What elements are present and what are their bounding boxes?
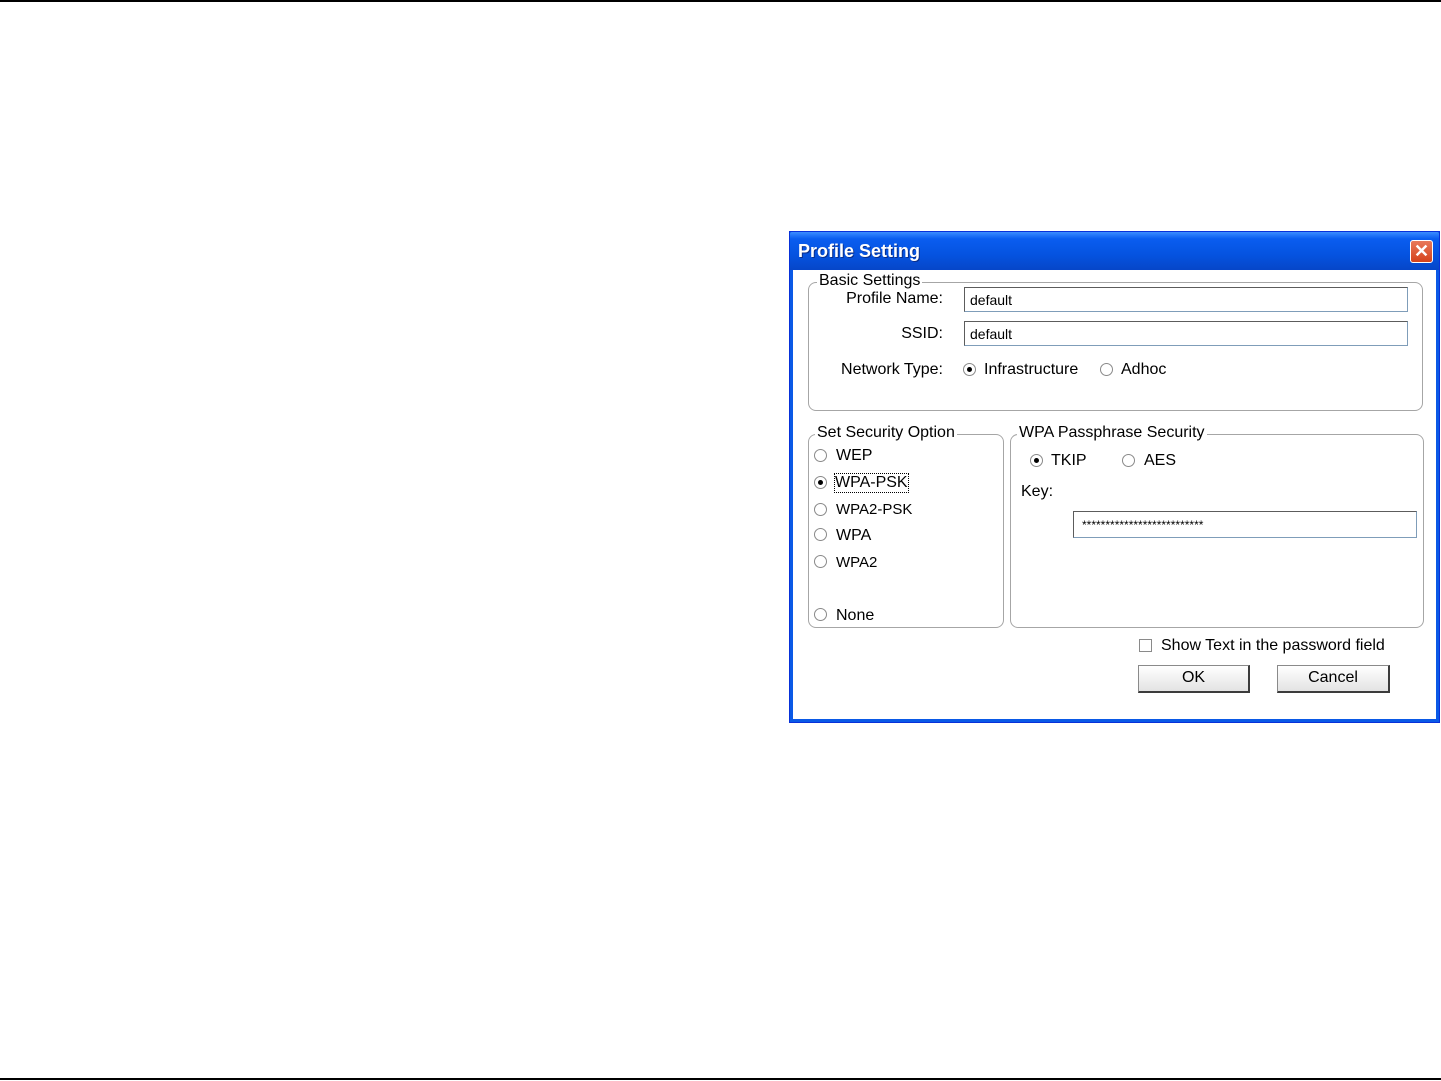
security-label-wep[interactable]: WEP — [836, 447, 872, 465]
tkip-label[interactable]: TKIP — [1051, 452, 1087, 470]
close-button[interactable]: ✕ — [1410, 240, 1433, 263]
security-radio-wpa-psk[interactable] — [814, 476, 827, 489]
security-radio-none[interactable] — [814, 608, 827, 621]
security-radio-wep[interactable] — [814, 449, 827, 462]
show-text-label[interactable]: Show Text in the password field — [1161, 637, 1385, 655]
security-radio-wpa[interactable] — [814, 528, 827, 541]
page-top-rule — [0, 0, 1441, 2]
infrastructure-radio[interactable] — [963, 363, 976, 376]
security-label-none[interactable]: None — [836, 607, 874, 625]
tkip-radio[interactable] — [1030, 454, 1043, 467]
key-input[interactable]: ************************** — [1073, 511, 1417, 538]
network-type-label: Network Type: — [841, 361, 943, 378]
security-label-wpa2[interactable]: WPA2 — [836, 554, 877, 571]
adhoc-radio[interactable] — [1100, 363, 1113, 376]
security-radio-wpa2[interactable] — [814, 555, 827, 568]
aes-label[interactable]: AES — [1144, 452, 1176, 470]
ssid-label: SSID: — [901, 325, 943, 342]
wpa-passphrase-legend: WPA Passphrase Security — [1017, 424, 1207, 442]
profile-name-label: Profile Name: — [846, 290, 943, 307]
page-bottom-rule — [0, 1078, 1441, 1080]
ok-button[interactable]: OK — [1138, 665, 1250, 693]
dialog-title: Profile Setting — [798, 241, 921, 261]
adhoc-label[interactable]: Adhoc — [1121, 361, 1166, 379]
security-option-legend: Set Security Option — [815, 424, 957, 442]
dialog-client-area: Basic Settings Profile Name: default SSI… — [793, 270, 1436, 719]
close-icon: ✕ — [1413, 241, 1430, 261]
basic-settings-legend: Basic Settings — [817, 272, 923, 290]
profile-setting-dialog: Profile Setting ✕ Basic Settings Profile… — [789, 231, 1440, 723]
security-label-wpa[interactable]: WPA — [836, 527, 871, 545]
security-label-wpa-psk[interactable]: WPA-PSK — [834, 473, 909, 493]
security-radio-wpa2-psk[interactable] — [814, 503, 827, 516]
key-label: Key: — [1021, 483, 1054, 500]
title-bar[interactable]: Profile Setting ✕ — [790, 232, 1439, 270]
aes-radio[interactable] — [1122, 454, 1135, 467]
cancel-button[interactable]: Cancel — [1277, 665, 1390, 693]
ssid-input[interactable]: default — [964, 321, 1408, 346]
security-label-wpa2-psk[interactable]: WPA2-PSK — [836, 501, 912, 518]
infrastructure-label[interactable]: Infrastructure — [984, 361, 1078, 379]
show-text-checkbox[interactable] — [1139, 639, 1152, 652]
profile-name-input[interactable]: default — [964, 287, 1408, 312]
